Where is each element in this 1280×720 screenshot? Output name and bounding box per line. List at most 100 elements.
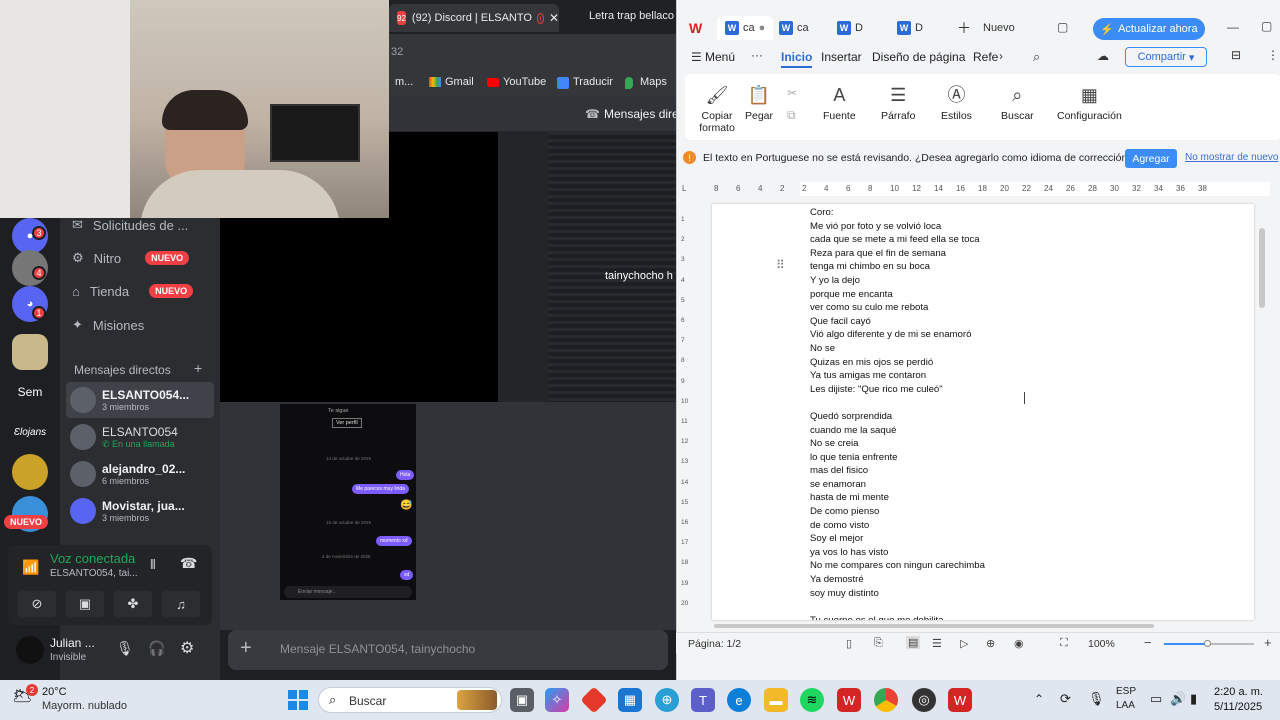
dont-show-link[interactable]: No mostrar de nuevo bbox=[1185, 152, 1278, 163]
text-line[interactable]: Reza para que el fin de semana bbox=[810, 247, 985, 261]
scroll-thumb[interactable] bbox=[1259, 228, 1265, 308]
text-line[interactable]: ya vos lo has visto bbox=[810, 546, 985, 560]
doc-tab-2[interactable]: Wca bbox=[779, 16, 809, 40]
view-web-icon[interactable]: ⎘ bbox=[874, 637, 883, 650]
mic-tray-icon[interactable]: 🎙 bbox=[1088, 691, 1105, 707]
avatar[interactable] bbox=[16, 636, 44, 664]
eye-protect-icon[interactable]: ◉ bbox=[1014, 637, 1024, 650]
paragraph-tool[interactable]: ☰ Párrafo bbox=[881, 84, 915, 122]
cut-icon[interactable]: ✂ bbox=[787, 86, 797, 100]
wps-taskbar-icon[interactable]: W bbox=[837, 688, 861, 712]
doc-tab-1[interactable]: Wca ● bbox=[717, 16, 774, 40]
text-line[interactable]: De como pienso bbox=[810, 505, 985, 519]
nav-nitro[interactable]: ⚙ Nitro NUEVO bbox=[72, 245, 190, 271]
doc-tab-4[interactable]: WD bbox=[897, 16, 923, 40]
red-app-icon[interactable] bbox=[580, 686, 608, 714]
bookmark-maps[interactable]: Maps bbox=[640, 76, 667, 88]
vertical-scrollbar[interactable] bbox=[1256, 204, 1268, 620]
fit-page-icon[interactable]: ⛶ bbox=[1060, 637, 1068, 650]
cloud-icon[interactable]: ☁ bbox=[1097, 49, 1109, 63]
zoom-in-icon[interactable]: + bbox=[1264, 635, 1272, 650]
wps-logo-icon[interactable]: W bbox=[689, 20, 702, 36]
text-line[interactable]: Ya demostré bbox=[810, 573, 985, 587]
text-line[interactable]: mas del fisico bbox=[810, 464, 985, 478]
maximize-icon[interactable]: ▢ bbox=[1261, 19, 1272, 33]
chevron-right-icon[interactable]: › bbox=[999, 49, 1003, 63]
taskbar-search[interactable]: ⌕ Buscar bbox=[318, 687, 502, 713]
chrome-icon[interactable] bbox=[874, 688, 898, 712]
menu-diseno[interactable]: Diseño de página bbox=[872, 50, 965, 64]
clock-time[interactable]: 2:20 a. m. bbox=[1214, 686, 1263, 698]
zoom-slider-handle[interactable] bbox=[1204, 640, 1211, 647]
menu-inicio[interactable]: Inicio bbox=[781, 50, 813, 68]
weather-temp[interactable]: 20°C bbox=[42, 686, 67, 698]
drag-handle-icon[interactable]: ⠿ bbox=[776, 258, 785, 272]
styles-tool[interactable]: Ⓐ Estilos bbox=[941, 84, 972, 122]
text-line[interactable]: Quedó sorprendida bbox=[810, 410, 985, 424]
dm-item[interactable]: ELSANTO054... 3 miembros bbox=[66, 382, 214, 418]
lang-layout[interactable]: LAA bbox=[1116, 700, 1135, 711]
battery-icon[interactable]: ▮ bbox=[1190, 691, 1197, 707]
edge-icon[interactable]: e bbox=[727, 688, 751, 712]
settings-gear-icon[interactable]: ⚙ bbox=[180, 638, 194, 658]
windows-start-icon[interactable] bbox=[286, 688, 310, 712]
copy-format-tool[interactable]: 🖌 Copiar formato bbox=[697, 84, 737, 134]
minimize-icon[interactable]: — bbox=[1227, 20, 1239, 34]
task-view-icon[interactable]: ▣ bbox=[510, 688, 534, 712]
text-line[interactable]: cada que se mete a mi feed ella se toca bbox=[810, 233, 985, 247]
text-line[interactable]: Les dijiste: "Que rico me culeó" bbox=[810, 383, 985, 397]
hamachi-icon[interactable]: ⊕ bbox=[655, 688, 679, 712]
page-indicator[interactable]: Página: 1/2 bbox=[688, 638, 741, 650]
copilot-icon[interactable]: ✧ bbox=[545, 688, 569, 712]
text-line[interactable]: Quizas en mis ojos se perdió bbox=[810, 356, 985, 370]
search-icon[interactable]: ⌕ bbox=[1033, 49, 1040, 65]
zoom-out-icon[interactable]: − bbox=[1144, 635, 1152, 650]
text-line[interactable] bbox=[810, 396, 985, 410]
text-line[interactable]: se enamoran bbox=[810, 478, 985, 492]
text-line[interactable]: cuando me la saqué bbox=[810, 424, 985, 438]
close-tab-icon[interactable]: ✕ bbox=[549, 11, 559, 25]
lang-code[interactable]: ESP bbox=[1116, 686, 1136, 697]
zoom-level[interactable]: 100% bbox=[1088, 638, 1115, 650]
server-sem[interactable]: Sem bbox=[12, 374, 48, 410]
server-logo[interactable]: Ɛlojans bbox=[12, 414, 48, 450]
bookmark-youtube[interactable]: YouTube bbox=[503, 76, 546, 88]
text-line[interactable]: ver como su culo me rebota bbox=[810, 301, 985, 315]
text-line[interactable]: Me vió por foto y se volvió loca bbox=[810, 220, 985, 234]
headphones-icon[interactable]: 🎧 bbox=[148, 640, 165, 657]
text-line[interactable]: No se bbox=[810, 342, 985, 356]
dm-item[interactable]: Movistar, jua... 3 miembros bbox=[66, 493, 214, 529]
window-list-icon[interactable]: ▢ bbox=[1057, 20, 1068, 34]
screenshare-icon[interactable]: ▣ bbox=[66, 591, 104, 617]
more-icon[interactable]: ··· bbox=[751, 48, 763, 62]
network-icon[interactable]: ▭ bbox=[1150, 691, 1162, 707]
dm-item[interactable]: alejandro_02... 6 miembros bbox=[66, 456, 214, 492]
spotify-icon[interactable]: ≋ bbox=[800, 688, 824, 712]
weather-desc[interactable]: Mayorm. nublado bbox=[42, 700, 127, 712]
file-explorer-icon[interactable]: ▬ bbox=[764, 688, 788, 712]
copy-icon[interactable]: ⧉ bbox=[787, 108, 796, 123]
text-line[interactable]: porque me encanta bbox=[810, 288, 985, 302]
add-attachment-icon[interactable]: + bbox=[240, 638, 252, 658]
bookmark-m[interactable]: m... bbox=[395, 76, 413, 88]
bookmark-gmail[interactable]: Gmail bbox=[445, 76, 474, 88]
server-icon-7[interactable] bbox=[12, 454, 48, 490]
tray-chevron-up-icon[interactable]: ⌃ bbox=[1034, 692, 1044, 706]
text-line[interactable]: Y yo la dejo bbox=[810, 274, 985, 288]
text-line[interactable]: de como visto bbox=[810, 519, 985, 533]
zoom-slider[interactable] bbox=[1164, 640, 1254, 647]
nav-misiones[interactable]: ✦ Misiones bbox=[72, 312, 144, 338]
text-line[interactable]: No me compares con ningun carechimba bbox=[810, 559, 985, 573]
text-line[interactable]: Ya tus amigas me contaron bbox=[810, 369, 985, 383]
share-button[interactable]: Compartir ▾ bbox=[1125, 47, 1207, 67]
clock-date[interactable]: 5/11/2025 bbox=[1214, 701, 1262, 713]
camera-off-icon[interactable]: ⊘ bbox=[18, 591, 56, 617]
globe-icon[interactable]: ⊕ bbox=[986, 637, 995, 650]
noise-suppression-icon[interactable]: ⦀ bbox=[150, 557, 156, 573]
volume-icon[interactable]: 🔊 bbox=[1170, 691, 1186, 707]
text-line[interactable]: Vió algo diferente y de mi se enamoró bbox=[810, 328, 985, 342]
text-line[interactable]: Tu cuerpo es el que me debilita bbox=[810, 614, 985, 620]
text-line[interactable]: No se creia bbox=[810, 437, 985, 451]
hscroll-thumb[interactable] bbox=[714, 624, 1154, 628]
play-icon[interactable]: ▷ bbox=[960, 637, 968, 650]
